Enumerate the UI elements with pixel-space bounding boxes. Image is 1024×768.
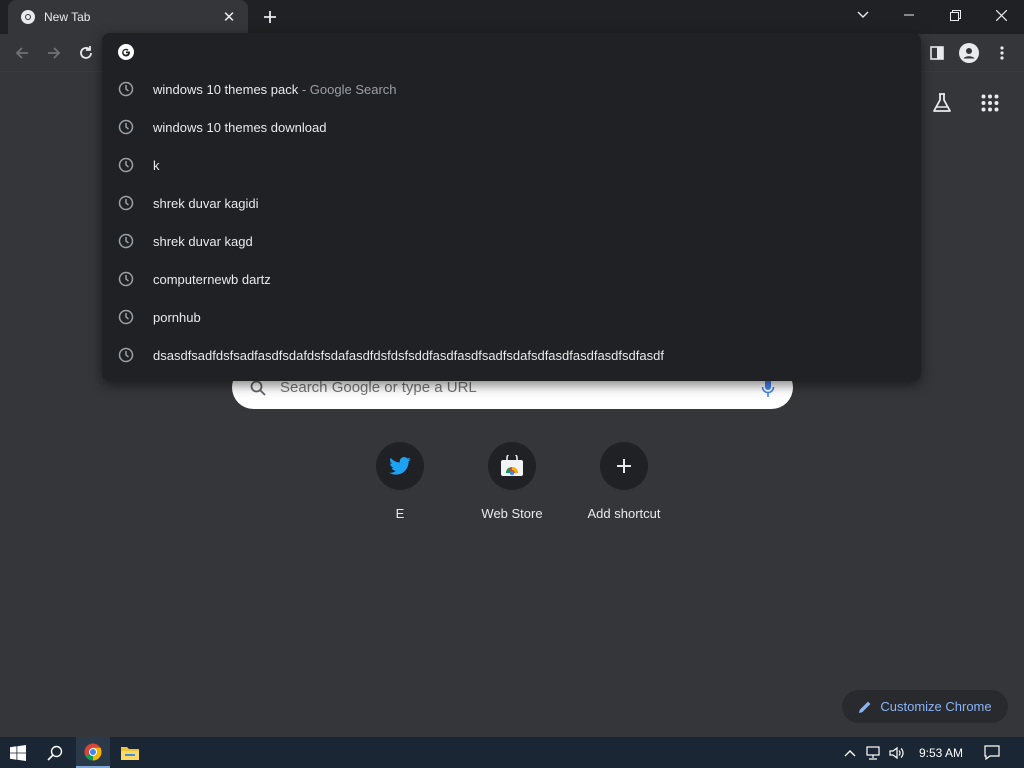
- suggestion-row[interactable]: windows 10 themes download: [102, 108, 921, 146]
- history-clock-icon: [118, 157, 134, 173]
- suggestion-row[interactable]: dsasdfsadfdsfsadfasdfsdafdsfsdafasdfdsfd…: [102, 336, 921, 374]
- suggestion-query: shrek duvar kagd: [153, 233, 253, 249]
- apps-grid-icon: [981, 94, 999, 112]
- suggestion-query: shrek duvar kagidi: [153, 195, 259, 211]
- web-store-icon: [501, 455, 523, 476]
- suggestion-query: computernewb dartz: [153, 271, 271, 287]
- speaker-icon: [889, 746, 904, 759]
- clock-time: 9:53 AM: [918, 745, 964, 760]
- suggestion-query: pornhub: [153, 309, 201, 325]
- tab-title: New Tab: [44, 10, 91, 24]
- suggestion-text: windows 10 themes pack - Google Search: [153, 82, 397, 97]
- shortcut-label: Add shortcut: [587, 506, 661, 521]
- network-button[interactable]: [864, 737, 884, 768]
- suggestion-query: dsasdfsadfdsfsadfasdfsdafdsfsdafasdfdsfd…: [153, 347, 664, 363]
- close-tab-icon[interactable]: ✕: [220, 8, 238, 26]
- suggestion-row[interactable]: shrek duvar kagidi: [102, 184, 921, 222]
- minimize-icon: [904, 14, 914, 16]
- forward-button[interactable]: [40, 39, 68, 67]
- restore-button[interactable]: [932, 0, 978, 30]
- folder-icon: [121, 746, 139, 760]
- action-center-button[interactable]: [978, 737, 1006, 768]
- history-clock-icon: [118, 271, 134, 287]
- shortcut-label: E: [395, 506, 405, 521]
- arrow-left-icon: [15, 47, 28, 59]
- taskbar-chrome[interactable]: [76, 737, 110, 768]
- suggestion-row[interactable]: windows 10 themes pack - Google Search: [102, 70, 921, 108]
- taskbar: 9:53 AM: [0, 737, 1024, 768]
- plus-icon: [264, 11, 276, 23]
- taskbar-search-button[interactable]: [38, 737, 72, 768]
- menu-button[interactable]: [988, 39, 1016, 67]
- search-icon: [250, 380, 266, 396]
- shortcut-tile: [488, 442, 536, 490]
- history-clock-icon: [118, 119, 134, 135]
- reload-button[interactable]: [72, 39, 100, 67]
- history-clock-icon: [118, 347, 134, 363]
- reload-icon: [80, 46, 92, 59]
- twitter-icon: [389, 457, 411, 475]
- history-clock-icon: [118, 195, 134, 211]
- search-icon: [47, 745, 63, 761]
- ntp-search-input[interactable]: [280, 379, 761, 396]
- flask-icon: [933, 93, 951, 112]
- tab-new-tab[interactable]: New Tab ✕: [8, 0, 248, 34]
- suggestion-row[interactable]: k: [102, 146, 921, 184]
- new-tab-button[interactable]: [257, 5, 283, 29]
- tab-search-button[interactable]: [840, 0, 886, 30]
- suggestion-row[interactable]: pornhub: [102, 298, 921, 336]
- labs-button[interactable]: [928, 89, 956, 117]
- chevron-up-icon: [844, 749, 856, 756]
- history-clock-icon: [118, 81, 134, 97]
- add-shortcut-button[interactable]: Add shortcut: [568, 442, 680, 538]
- close-window-button[interactable]: [978, 0, 1024, 30]
- chrome-icon: [84, 743, 102, 761]
- suggestion-row[interactable]: computernewb dartz: [102, 260, 921, 298]
- suggestion-query: windows 10 themes pack: [153, 81, 299, 97]
- start-button[interactable]: [0, 737, 36, 768]
- plus-icon: [617, 459, 631, 473]
- omnibox-row: [102, 33, 921, 71]
- suggestion-query: k: [153, 157, 160, 173]
- suggestion-query: windows 10 themes download: [153, 119, 327, 135]
- omnibox-input[interactable]: [146, 38, 921, 66]
- omnibox-popup: windows 10 themes pack - Google Search w…: [102, 33, 921, 381]
- shortcut-label: Web Store: [481, 506, 543, 521]
- back-button[interactable]: [8, 39, 36, 67]
- suggestion-description: - Google Search: [298, 81, 397, 97]
- restore-icon: [949, 9, 961, 21]
- close-icon: [995, 9, 1007, 21]
- pencil-icon: [859, 701, 871, 713]
- volume-button[interactable]: [887, 737, 907, 768]
- google-icon: [118, 44, 134, 60]
- chrome-icon: [20, 9, 36, 25]
- shortcut-tile: [376, 442, 424, 490]
- taskbar-file-explorer[interactable]: [113, 737, 147, 768]
- show-hidden-icons-button[interactable]: [842, 737, 858, 768]
- suggestion-row[interactable]: shrek duvar kagd: [102, 222, 921, 260]
- tab-strip: New Tab ✕: [0, 0, 1024, 34]
- customize-chrome-label: Customize Chrome: [880, 699, 992, 714]
- notification-icon: [984, 745, 1000, 760]
- clock-button[interactable]: 9:53 AM: [912, 737, 970, 768]
- side-panel-icon: [930, 46, 944, 60]
- profile-button[interactable]: [955, 39, 983, 67]
- shortcut-tile: [600, 442, 648, 490]
- minimize-button[interactable]: [886, 0, 932, 30]
- customize-chrome-button[interactable]: Customize Chrome: [842, 690, 1008, 723]
- arrow-right-icon: [48, 47, 61, 59]
- profile-icon: [959, 43, 979, 63]
- network-icon: [866, 745, 880, 760]
- shortcut-twitter[interactable]: E: [344, 442, 456, 538]
- kebab-menu-icon: [1000, 46, 1004, 60]
- history-clock-icon: [118, 233, 134, 249]
- google-apps-button[interactable]: [976, 89, 1004, 117]
- history-clock-icon: [118, 309, 134, 325]
- shortcut-web-store[interactable]: Web Store: [456, 442, 568, 538]
- chevron-down-icon: [857, 11, 869, 18]
- side-panel-button[interactable]: [923, 39, 951, 67]
- windows-icon: [10, 744, 26, 761]
